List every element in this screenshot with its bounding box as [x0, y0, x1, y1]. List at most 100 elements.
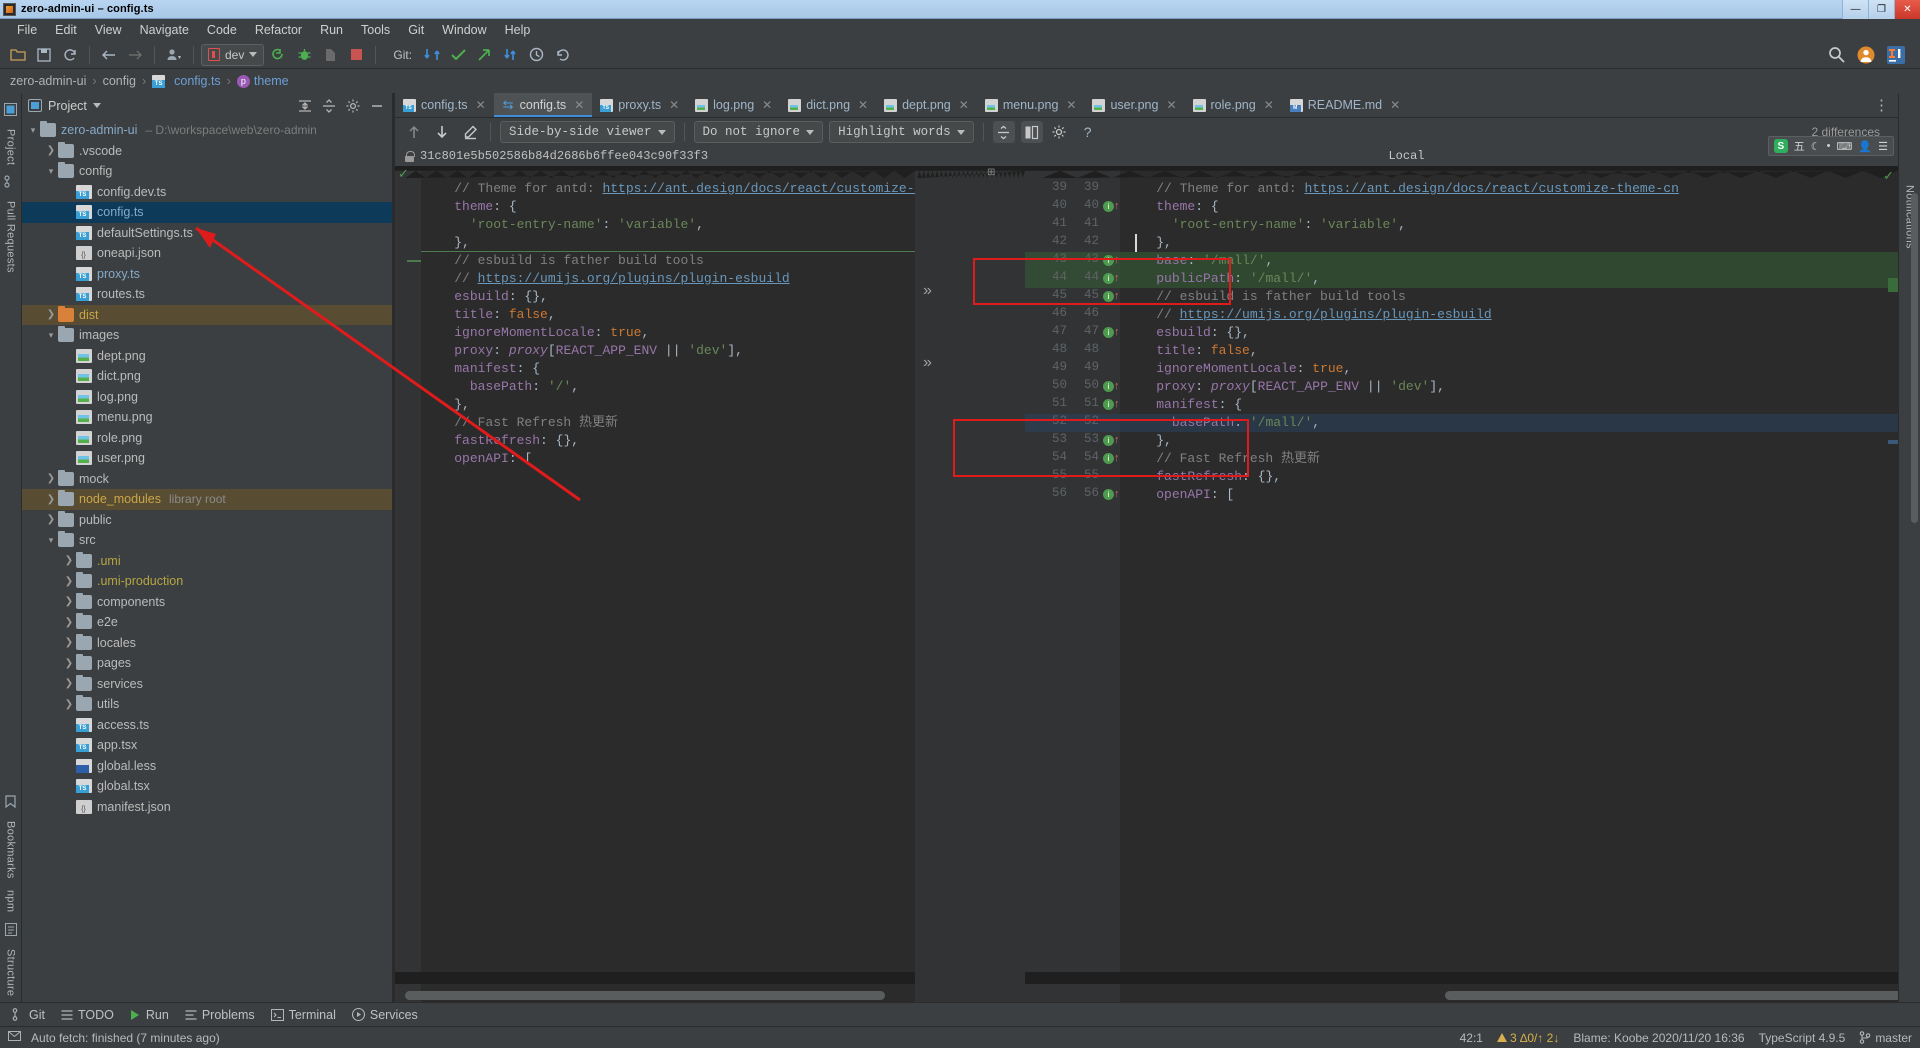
close-icon[interactable]: ✕ [762, 98, 772, 112]
close-icon[interactable]: ✕ [574, 98, 584, 112]
chevron-right-icon[interactable]: ❯ [62, 555, 76, 566]
tree-item--umi[interactable]: ❯ .umi [22, 551, 392, 572]
breadcrumb-folder[interactable]: config [103, 74, 136, 88]
left-horizontal-scrollbar[interactable] [405, 991, 885, 1000]
tree-item-mock[interactable]: ❯ mock [22, 469, 392, 490]
tree-item-menu-png[interactable]: menu.png [22, 407, 392, 428]
edit-source-icon[interactable] [459, 121, 481, 143]
diff-left-pane[interactable]: ✓ // Theme for antd: https://ant.design/… [395, 166, 915, 1002]
chevron-down-icon[interactable]: ▾ [44, 535, 58, 546]
gutter-annotation-icon[interactable]: i ↑ [1103, 380, 1120, 395]
sidebar-item-pull-requests[interactable]: Pull Requests [3, 195, 19, 279]
collapse-unchanged-icon[interactable] [992, 121, 1015, 143]
next-difference-icon[interactable] [431, 121, 453, 143]
chevron-right-icon[interactable]: ❯ [62, 678, 76, 689]
tabs-overflow-menu[interactable]: ⋮ [1866, 93, 1898, 117]
tab-role-png[interactable]: role.png ✕ [1185, 93, 1282, 117]
tree-item-node-modules[interactable]: ❯ node_modules library root [22, 489, 392, 510]
chevron-right-icon[interactable]: ❯ [62, 617, 76, 628]
tree-item-pages[interactable]: ❯ pages [22, 653, 392, 674]
sidebar-item-project[interactable]: Project [3, 123, 19, 171]
tree-item-dept-png[interactable]: dept.png [22, 346, 392, 367]
bottom-item-terminal[interactable]: Terminal [270, 1008, 336, 1022]
tree-item-images[interactable]: ▾ images [22, 325, 392, 346]
diff-settings-gear-icon[interactable] [1049, 121, 1071, 143]
search-everywhere-icon[interactable] [1824, 43, 1848, 67]
project-tree[interactable]: ▾ zero-admin-ui – D:\workspace\web\zero-ad… [22, 118, 392, 1002]
close-icon[interactable]: ✕ [1066, 98, 1076, 112]
ime-toolbar[interactable]: S 五 ☾ • ⌨ 👤 ☰ [1767, 136, 1894, 156]
gutter-annotation-icon[interactable]: i ↑ [1103, 326, 1120, 341]
project-rail-icon[interactable] [4, 99, 17, 123]
tree-item-global-tsx[interactable]: global.tsx [22, 776, 392, 797]
run-icon[interactable] [266, 43, 290, 67]
chevron-right-icon[interactable]: ❯ [44, 309, 58, 320]
menu-tools[interactable]: Tools [352, 21, 399, 39]
tab-dict-png[interactable]: dict.png ✕ [780, 93, 876, 117]
close-button[interactable]: ✕ [1894, 0, 1920, 19]
breadcrumb-symbol[interactable]: p theme [236, 74, 289, 88]
sync-icon[interactable] [58, 43, 82, 67]
tree-item-dict-png[interactable]: dict.png [22, 366, 392, 387]
menu-refactor[interactable]: Refactor [246, 21, 311, 39]
highlight-mode-dropdown[interactable]: Highlight words [829, 121, 974, 143]
bottom-item-problems[interactable]: Problems [185, 1008, 255, 1022]
menu-view[interactable]: View [86, 21, 131, 39]
push-icon[interactable] [472, 43, 496, 67]
close-icon[interactable]: ✕ [959, 98, 969, 112]
menu-edit[interactable]: Edit [46, 21, 86, 39]
chevron-right-icon[interactable]: ❯ [62, 658, 76, 669]
branch-widget[interactable]: master [1859, 1031, 1912, 1045]
menu-icon[interactable]: ☰ [1878, 140, 1888, 153]
apply-change-arrow-1[interactable]: » [923, 282, 932, 300]
chevron-right-icon[interactable]: ❯ [44, 145, 58, 156]
tree-item-access-ts[interactable]: access.ts [22, 715, 392, 736]
ide-logo-icon[interactable] [1884, 43, 1908, 67]
forward-arrow-icon[interactable] [123, 43, 147, 67]
stop-icon[interactable] [344, 43, 368, 67]
history-icon[interactable] [524, 43, 548, 67]
breadcrumb-file[interactable]: config.ts [152, 74, 221, 88]
inspection-widget[interactable]: 3 ∆0/↑ 2↓ [1496, 1031, 1559, 1045]
tree-item-manifest-json[interactable]: manifest.json [22, 797, 392, 818]
maximize-button[interactable]: ❐ [1868, 0, 1894, 19]
profile-icon[interactable] [162, 43, 186, 67]
chevron-down-icon[interactable]: ▾ [44, 166, 58, 177]
close-icon[interactable]: ✕ [1166, 98, 1176, 112]
tree-item-config-ts[interactable]: config.ts [22, 202, 392, 223]
punctuation-icon[interactable]: • [1827, 140, 1831, 152]
bottom-item-todo[interactable]: TODO [61, 1008, 114, 1022]
chevron-right-icon[interactable]: ❯ [62, 699, 76, 710]
save-all-icon[interactable] [32, 43, 56, 67]
tree-item-role-png[interactable]: role.png [22, 428, 392, 449]
gutter-annotation-icon[interactable]: i ↑ [1103, 398, 1120, 413]
keyboard-icon[interactable]: ⌨ [1837, 140, 1853, 153]
open-folder-icon[interactable] [6, 43, 30, 67]
close-icon[interactable]: ✕ [858, 98, 868, 112]
apply-change-arrow-2[interactable]: » [923, 354, 932, 372]
moon-icon[interactable]: ☾ [1811, 140, 1821, 153]
run-configuration-selector[interactable]: dev [201, 43, 265, 66]
chevron-right-icon[interactable]: ❯ [44, 494, 58, 505]
ime-language[interactable]: 五 [1794, 138, 1805, 154]
tree-item--umi-production[interactable]: ❯ .umi-production [22, 571, 392, 592]
chevron-down-icon[interactable]: ▾ [44, 330, 58, 341]
gutter-annotation-icon[interactable]: i ↑ [1103, 488, 1120, 503]
pull-requests-rail-icon[interactable] [4, 171, 17, 195]
menu-navigate[interactable]: Navigate [131, 21, 198, 39]
back-arrow-icon[interactable] [97, 43, 121, 67]
chevron-right-icon[interactable]: ❯ [62, 596, 76, 607]
minimize-button[interactable]: — [1842, 0, 1868, 19]
sidebar-item-bookmarks[interactable]: Bookmarks [3, 815, 19, 885]
chevron-right-icon[interactable]: ❯ [44, 473, 58, 484]
project-tree-scrollbar[interactable] [1911, 193, 1918, 523]
chevron-down-icon[interactable]: ▾ [26, 125, 40, 136]
menu-git[interactable]: Git [399, 21, 433, 39]
chevron-right-icon[interactable]: ❯ [62, 576, 76, 587]
update-project-icon[interactable] [420, 43, 444, 67]
status-message-icon[interactable] [8, 1030, 21, 1046]
menu-help[interactable]: Help [496, 21, 540, 39]
tab-config-ts-diff[interactable]: ⇆ config.ts ✕ [493, 93, 593, 117]
close-icon[interactable]: ✕ [1390, 98, 1400, 112]
commit-icon[interactable] [446, 43, 470, 67]
